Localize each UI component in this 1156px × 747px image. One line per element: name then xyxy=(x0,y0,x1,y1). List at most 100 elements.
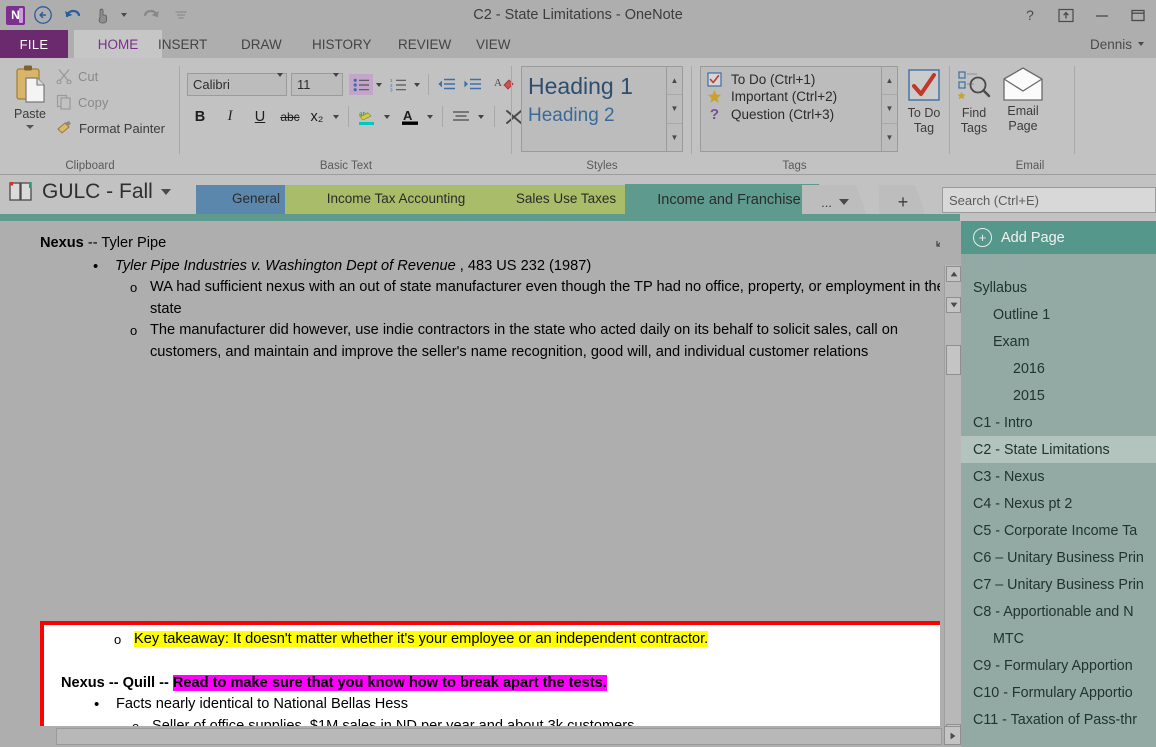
italic-button[interactable]: I xyxy=(219,106,241,127)
highlight-chevron-down-icon[interactable] xyxy=(384,114,390,119)
styles-gallery-scrollbar[interactable]: ▲ ▼ ▼ xyxy=(666,67,682,151)
horizontal-scroll-track[interactable] xyxy=(56,728,942,745)
page-item-2015[interactable]: 2015 xyxy=(961,382,1156,409)
text-highlight-icon[interactable]: aty xyxy=(348,106,380,127)
note-line-manufacturer: o The manufacturer did however, use indi… xyxy=(40,320,940,363)
styles-more-icon[interactable]: ▼ xyxy=(667,124,682,151)
style-heading-1[interactable]: Heading 1 xyxy=(522,70,682,102)
page-vertical-scrollbar[interactable] xyxy=(944,265,962,743)
page-item-outline-1[interactable]: Outline 1 xyxy=(961,301,1156,328)
paste-label: Paste xyxy=(14,107,46,121)
tag-item-todo[interactable]: To Do (Ctrl+1) xyxy=(701,71,897,88)
page-item-c2-state-limitations[interactable]: C2 - State Limitations xyxy=(961,436,1156,463)
styles-scroll-up-icon[interactable]: ▲ xyxy=(667,67,682,96)
underline-button[interactable]: U xyxy=(249,106,271,127)
page-item-syllabus[interactable]: Syllabus xyxy=(961,274,1156,301)
font-color-chevron-down-icon[interactable] xyxy=(427,114,433,119)
page-item-c4-nexus-pt-2[interactable]: C4 - Nexus pt 2 xyxy=(961,490,1156,517)
subscript-chevron-down-icon[interactable] xyxy=(333,114,339,119)
tags-gallery[interactable]: To Do (Ctrl+1) Important (Ctrl+2) ? Ques… xyxy=(700,66,898,152)
page-item-exam[interactable]: Exam xyxy=(961,328,1156,355)
increase-indent-icon[interactable] xyxy=(459,74,485,95)
scroll-right-icon[interactable] xyxy=(944,726,961,745)
add-page-button[interactable]: + Add Page xyxy=(961,221,1156,254)
ribbon-tab-review[interactable]: REVIEW xyxy=(385,30,464,58)
font-name-chevron-down-icon[interactable] xyxy=(277,73,283,92)
align-chevron-down-icon[interactable] xyxy=(478,114,484,119)
font-color-icon[interactable]: A xyxy=(397,106,423,127)
styles-scroll-down-icon[interactable]: ▼ xyxy=(667,95,682,124)
tags-scroll-up-icon[interactable]: ▲ xyxy=(882,67,897,96)
page-item-c10-formulary-apportio[interactable]: C10 - Formulary Apportio xyxy=(961,679,1156,706)
bullets-chevron-down-icon[interactable] xyxy=(376,82,382,87)
ribbon-tab-history[interactable]: HISTORY xyxy=(299,30,385,58)
bullet-circle: o xyxy=(130,323,138,338)
copy-icon xyxy=(56,94,71,110)
page-canvas[interactable]: Nexus -- Tyler Pipe • Tyler Pipe Industr… xyxy=(0,221,940,726)
strikethrough-button[interactable]: abc xyxy=(277,106,303,127)
paste-chevron-down-icon[interactable] xyxy=(26,125,34,129)
page-item-2016[interactable]: 2016 xyxy=(961,355,1156,382)
page-horizontal-scrollbar[interactable] xyxy=(0,726,960,747)
format-painter-button[interactable]: Format Painter xyxy=(56,120,165,136)
font-size-chevron-down-icon[interactable] xyxy=(333,73,339,92)
red-annotation-box: o Key takeaway: It doesn't matter whethe… xyxy=(40,621,940,726)
note-content[interactable]: Nexus -- Tyler Pipe • Tyler Pipe Industr… xyxy=(40,233,940,363)
search-input[interactable]: Search (Ctrl+E) xyxy=(942,187,1156,213)
paste-button[interactable]: Paste xyxy=(6,64,54,129)
help-icon[interactable]: ? xyxy=(1020,5,1040,25)
page-list[interactable]: Syllabus Outline 1 Exam 2016 2015 C1 - I… xyxy=(961,254,1156,747)
numbering-icon[interactable]: 123 xyxy=(386,74,410,95)
notebook-selector[interactable]: GULC - Fall xyxy=(8,180,171,204)
ribbon-tab-file[interactable]: FILE xyxy=(0,30,68,58)
numbering-chevron-down-icon[interactable] xyxy=(414,82,420,87)
note-line-case: • Tyler Pipe Industries v. Washington De… xyxy=(40,256,940,278)
align-icon[interactable] xyxy=(442,106,474,127)
page-body[interactable]: Nexus -- Tyler Pipe • Tyler Pipe Industr… xyxy=(20,221,940,726)
copy-button[interactable]: Copy xyxy=(56,94,108,110)
page-item-mtc[interactable]: MTC xyxy=(961,625,1156,652)
note-line-wa-nexus: o WA had sufficient nexus with an out of… xyxy=(40,277,940,320)
page-item-c9-formulary-apportion[interactable]: C9 - Formulary Apportion xyxy=(961,652,1156,679)
page-item-c7-unitary-business[interactable]: C7 – Unitary Business Prin xyxy=(961,571,1156,598)
scrollbar-thumb[interactable] xyxy=(946,345,961,375)
red-box-content[interactable]: o Key takeaway: It doesn't matter whethe… xyxy=(44,625,940,726)
tags-scroll-down-icon[interactable]: ▼ xyxy=(882,95,897,124)
bullets-icon[interactable] xyxy=(349,74,373,95)
restore-icon[interactable] xyxy=(1128,5,1148,25)
page-item-c11-taxation-pass-through[interactable]: C11 - Taxation of Pass-thr xyxy=(961,706,1156,733)
to-do-tag-button[interactable]: To Do Tag xyxy=(900,66,948,136)
tag-item-question[interactable]: ? Question (Ctrl+3) xyxy=(701,105,897,124)
ribbon-tab-insert[interactable]: INSERT xyxy=(145,30,220,58)
tag-item-important[interactable]: Important (Ctrl+2) xyxy=(701,88,897,105)
page-item-c3-nexus[interactable]: C3 - Nexus xyxy=(961,463,1156,490)
tags-gallery-scrollbar[interactable]: ▲ ▼ ▼ xyxy=(881,67,897,151)
ribbon-tab-view[interactable]: VIEW xyxy=(463,30,524,58)
notebook-chevron-down-icon[interactable] xyxy=(160,189,171,195)
scroll-down-small-icon[interactable] xyxy=(946,297,961,313)
cut-button[interactable]: Cut xyxy=(56,68,98,84)
tag-label-important: Important (Ctrl+2) xyxy=(731,89,838,104)
font-size-combo[interactable]: 11 xyxy=(291,73,343,96)
font-name-combo[interactable]: Calibri xyxy=(187,73,287,96)
account-name[interactable]: Dennis xyxy=(1090,30,1144,58)
email-page-button[interactable]: Email Page xyxy=(999,66,1047,134)
tags-more-icon[interactable]: ▼ xyxy=(882,124,897,151)
subscript-button[interactable]: x₂ xyxy=(306,106,328,127)
page-item-c6-unitary-business[interactable]: C6 – Unitary Business Prin xyxy=(961,544,1156,571)
basic-text-group-label: Basic Text xyxy=(319,160,373,172)
page-item-c1-intro[interactable]: C1 - Intro xyxy=(961,409,1156,436)
email-page-label-line2: Page xyxy=(1008,119,1038,133)
bold-button[interactable]: B xyxy=(189,106,211,127)
scroll-up-icon[interactable] xyxy=(946,266,961,282)
style-heading-2[interactable]: Heading 2 xyxy=(522,102,682,130)
ribbon-tab-draw[interactable]: DRAW xyxy=(228,30,295,58)
ribbon-group-clipboard: Paste Cut Copy Format Painter Clipboard xyxy=(0,58,180,174)
page-item-c8-apportionable[interactable]: C8 - Apportionable and N xyxy=(961,598,1156,625)
styles-gallery[interactable]: Heading 1 Heading 2 ▲ ▼ ▼ xyxy=(521,66,683,152)
decrease-indent-icon[interactable] xyxy=(428,74,459,95)
minimize-icon[interactable] xyxy=(1092,5,1112,25)
page-item-c5-corporate-income-tax[interactable]: C5 - Corporate Income Ta xyxy=(961,517,1156,544)
ribbon-display-options-icon[interactable] xyxy=(1056,5,1076,25)
clipboard-group-label: Clipboard xyxy=(65,160,115,172)
